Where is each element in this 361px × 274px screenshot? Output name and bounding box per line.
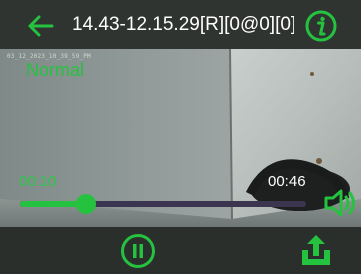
seek-bar[interactable] xyxy=(20,194,306,214)
volume-icon[interactable] xyxy=(322,185,358,221)
total-time: 00:46 xyxy=(268,173,306,190)
info-icon[interactable] xyxy=(305,10,337,42)
pause-icon[interactable] xyxy=(120,233,156,269)
video-frame[interactable]: 03_12_2023_10_39_59_PM Normal 00:10 00:4… xyxy=(0,49,361,227)
share-upload-icon[interactable] xyxy=(298,232,334,268)
current-time: 00:10 xyxy=(19,173,57,190)
top-bar: 14.43-12.15.29[R][0@0][0]_ xyxy=(0,0,361,49)
video-title: 14.43-12.15.29[R][0@0][0]_ xyxy=(72,14,294,35)
back-arrow-icon[interactable] xyxy=(26,13,56,39)
bottom-controls xyxy=(0,227,361,273)
playback-mode-label: Normal xyxy=(26,60,85,80)
seek-thumb[interactable] xyxy=(75,194,96,214)
